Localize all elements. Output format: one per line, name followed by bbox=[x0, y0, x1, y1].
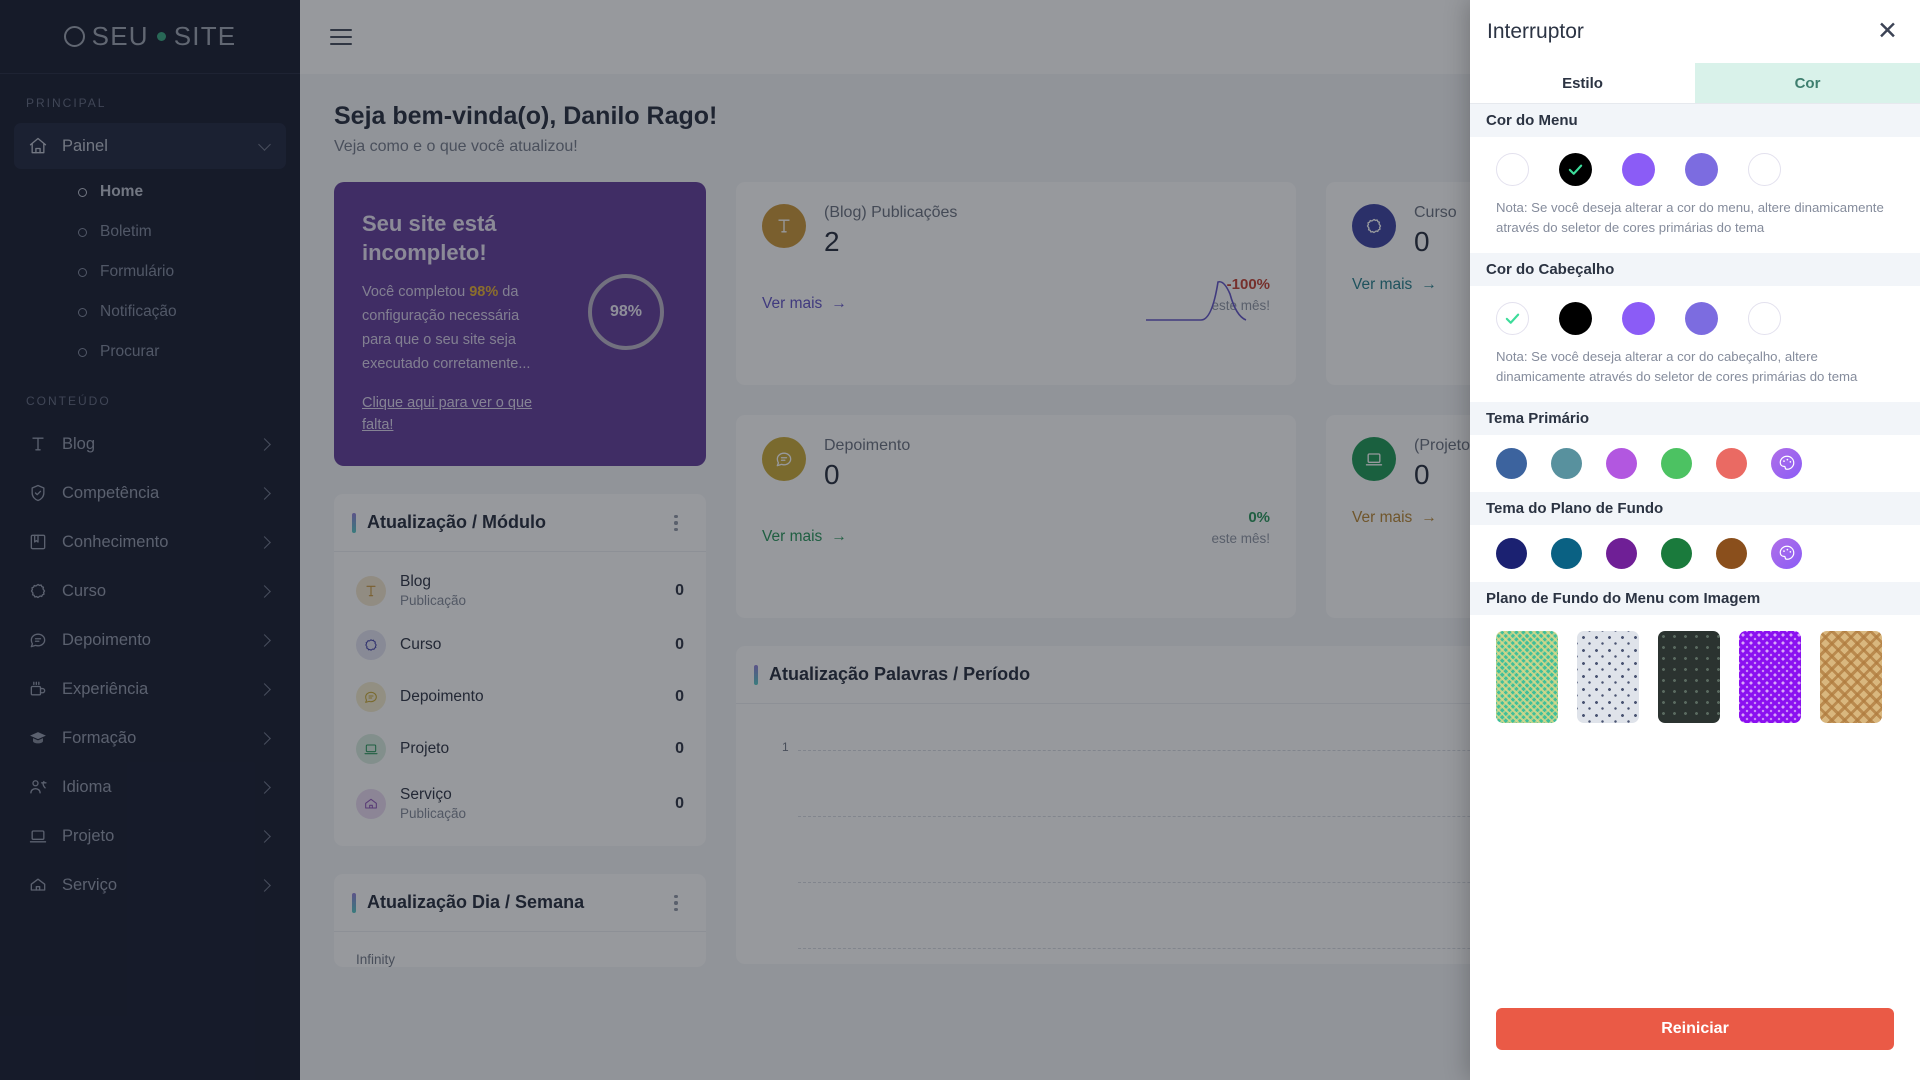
menu-color-swatches bbox=[1470, 137, 1920, 196]
swatch-white-selected[interactable] bbox=[1496, 301, 1529, 335]
swatch-black-selected[interactable] bbox=[1559, 153, 1592, 186]
switcher-tabs: Estilo Cor bbox=[1470, 63, 1920, 104]
header-color-swatches bbox=[1470, 286, 1920, 345]
swatch-white[interactable] bbox=[1496, 153, 1529, 186]
close-icon[interactable]: ✕ bbox=[1877, 19, 1898, 44]
note-cor-do-cabecalho: Nota: Se você deseja alterar a cor do ca… bbox=[1496, 348, 1858, 385]
section-heading-tema-primario: Tema Primário bbox=[1470, 401, 1920, 435]
swatch-violet[interactable] bbox=[1622, 153, 1655, 186]
reset-button[interactable]: Reiniciar bbox=[1496, 1008, 1894, 1050]
check-icon bbox=[1505, 313, 1520, 324]
swatch-violet[interactable] bbox=[1622, 301, 1655, 335]
tab-estilo[interactable]: Estilo bbox=[1470, 63, 1695, 103]
section-heading-plano-fundo-menu-imagem: Plano de Fundo do Menu com Imagem bbox=[1470, 581, 1920, 615]
pattern-teal-weave[interactable] bbox=[1496, 630, 1558, 723]
tab-cor[interactable]: Cor bbox=[1695, 63, 1920, 103]
primary-theme-swatches bbox=[1470, 435, 1920, 492]
color-picker-icon[interactable] bbox=[1771, 447, 1802, 479]
switcher-footer: Reiniciar bbox=[1470, 1008, 1920, 1080]
pattern-dark-dots[interactable] bbox=[1658, 630, 1720, 723]
swatch-bg-teal[interactable] bbox=[1551, 537, 1582, 569]
check-icon bbox=[1568, 164, 1583, 175]
swatch-primary-purple[interactable] bbox=[1606, 447, 1637, 479]
switcher-panel: Interruptor ✕ Estilo Cor Cor do Menu Not… bbox=[1470, 0, 1920, 1080]
swatch-white-2[interactable] bbox=[1748, 153, 1781, 186]
color-picker-icon[interactable] bbox=[1771, 537, 1802, 569]
section-heading-cor-do-menu: Cor do Menu bbox=[1470, 104, 1920, 137]
swatch-bg-brown[interactable] bbox=[1716, 537, 1747, 569]
swatch-bg-purple[interactable] bbox=[1606, 537, 1637, 569]
swatch-white-2[interactable] bbox=[1748, 301, 1781, 335]
swatch-primary-red[interactable] bbox=[1716, 447, 1747, 479]
switcher-title: Interruptor bbox=[1487, 19, 1584, 43]
swatch-primary-teal[interactable] bbox=[1551, 447, 1582, 479]
swatch-bg-green[interactable] bbox=[1661, 537, 1692, 569]
pattern-light-dots[interactable] bbox=[1577, 630, 1639, 723]
swatch-black[interactable] bbox=[1559, 301, 1592, 335]
section-heading-cor-do-cabecalho: Cor do Cabeçalho bbox=[1470, 252, 1920, 286]
note-cor-do-menu: Nota: Se você deseja alterar a cor do me… bbox=[1496, 200, 1884, 236]
swatch-primary-blue[interactable] bbox=[1496, 447, 1527, 479]
pattern-tan-grid[interactable] bbox=[1820, 630, 1882, 723]
section-heading-tema-plano-de-fundo: Tema do Plano de Fundo bbox=[1470, 491, 1920, 525]
swatch-indigo[interactable] bbox=[1685, 153, 1718, 186]
switcher-body: Cor do Menu Nota: Se você deseja alterar… bbox=[1470, 104, 1920, 1008]
swatch-primary-green[interactable] bbox=[1661, 447, 1692, 479]
swatch-bg-navy[interactable] bbox=[1496, 537, 1527, 569]
background-theme-swatches bbox=[1470, 525, 1920, 582]
menu-background-thumbs bbox=[1470, 615, 1920, 723]
pattern-violet-dots[interactable] bbox=[1739, 630, 1801, 723]
swatch-indigo[interactable] bbox=[1685, 301, 1718, 335]
